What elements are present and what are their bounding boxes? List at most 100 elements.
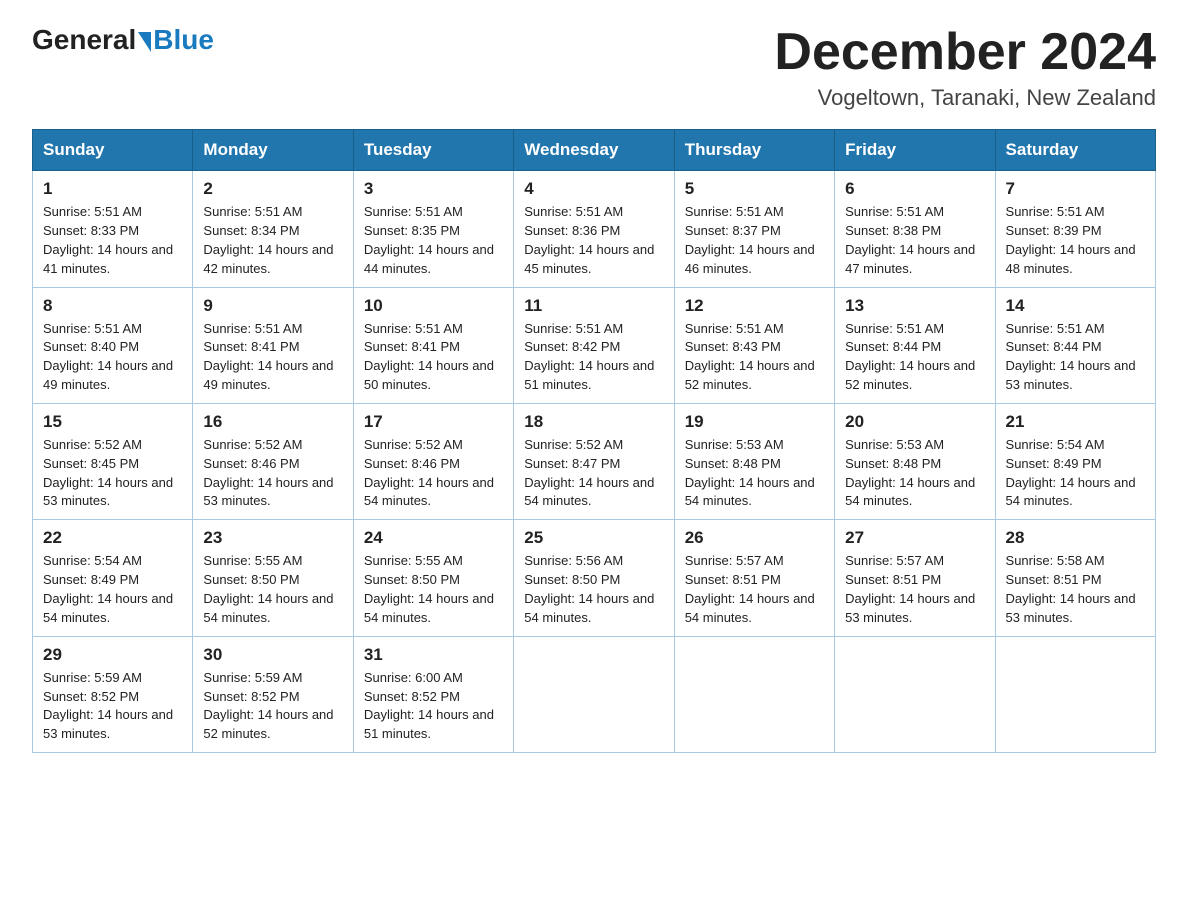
calendar-cell: 6 Sunrise: 5:51 AMSunset: 8:38 PMDayligh… [835, 171, 995, 287]
calendar-week-5: 29 Sunrise: 5:59 AMSunset: 8:52 PMDaylig… [33, 636, 1156, 752]
day-number: 11 [524, 296, 663, 316]
day-info: Sunrise: 5:51 AMSunset: 8:34 PMDaylight:… [203, 204, 333, 276]
calendar-body: 1 Sunrise: 5:51 AMSunset: 8:33 PMDayligh… [33, 171, 1156, 753]
day-info: Sunrise: 5:55 AMSunset: 8:50 PMDaylight:… [203, 553, 333, 625]
day-number: 2 [203, 179, 342, 199]
day-number: 7 [1006, 179, 1145, 199]
day-number: 9 [203, 296, 342, 316]
calendar-cell: 24 Sunrise: 5:55 AMSunset: 8:50 PMDaylig… [353, 520, 513, 636]
day-info: Sunrise: 5:51 AMSunset: 8:33 PMDaylight:… [43, 204, 173, 276]
day-info: Sunrise: 5:55 AMSunset: 8:50 PMDaylight:… [364, 553, 494, 625]
calendar-cell: 15 Sunrise: 5:52 AMSunset: 8:45 PMDaylig… [33, 403, 193, 519]
day-info: Sunrise: 5:51 AMSunset: 8:36 PMDaylight:… [524, 204, 654, 276]
day-number: 5 [685, 179, 824, 199]
day-info: Sunrise: 5:51 AMSunset: 8:42 PMDaylight:… [524, 321, 654, 393]
title-block: December 2024 Vogeltown, Taranaki, New Z… [774, 24, 1156, 111]
calendar-cell: 5 Sunrise: 5:51 AMSunset: 8:37 PMDayligh… [674, 171, 834, 287]
calendar-cell: 14 Sunrise: 5:51 AMSunset: 8:44 PMDaylig… [995, 287, 1155, 403]
calendar-cell: 11 Sunrise: 5:51 AMSunset: 8:42 PMDaylig… [514, 287, 674, 403]
calendar-cell: 16 Sunrise: 5:52 AMSunset: 8:46 PMDaylig… [193, 403, 353, 519]
calendar-subtitle: Vogeltown, Taranaki, New Zealand [774, 85, 1156, 111]
calendar-week-1: 1 Sunrise: 5:51 AMSunset: 8:33 PMDayligh… [33, 171, 1156, 287]
weekday-header-monday: Monday [193, 130, 353, 171]
day-info: Sunrise: 5:59 AMSunset: 8:52 PMDaylight:… [203, 670, 333, 742]
calendar-cell: 23 Sunrise: 5:55 AMSunset: 8:50 PMDaylig… [193, 520, 353, 636]
calendar-cell: 29 Sunrise: 5:59 AMSunset: 8:52 PMDaylig… [33, 636, 193, 752]
calendar-cell [514, 636, 674, 752]
day-info: Sunrise: 5:59 AMSunset: 8:52 PMDaylight:… [43, 670, 173, 742]
weekday-header-tuesday: Tuesday [353, 130, 513, 171]
day-number: 26 [685, 528, 824, 548]
day-number: 31 [364, 645, 503, 665]
calendar-cell: 28 Sunrise: 5:58 AMSunset: 8:51 PMDaylig… [995, 520, 1155, 636]
day-info: Sunrise: 5:51 AMSunset: 8:44 PMDaylight:… [1006, 321, 1136, 393]
weekday-header-thursday: Thursday [674, 130, 834, 171]
day-number: 23 [203, 528, 342, 548]
calendar-cell: 21 Sunrise: 5:54 AMSunset: 8:49 PMDaylig… [995, 403, 1155, 519]
calendar-cell: 27 Sunrise: 5:57 AMSunset: 8:51 PMDaylig… [835, 520, 995, 636]
calendar-table: SundayMondayTuesdayWednesdayThursdayFrid… [32, 129, 1156, 753]
day-number: 29 [43, 645, 182, 665]
day-info: Sunrise: 5:51 AMSunset: 8:38 PMDaylight:… [845, 204, 975, 276]
day-info: Sunrise: 5:51 AMSunset: 8:41 PMDaylight:… [364, 321, 494, 393]
day-number: 18 [524, 412, 663, 432]
day-info: Sunrise: 5:51 AMSunset: 8:44 PMDaylight:… [845, 321, 975, 393]
calendar-cell: 31 Sunrise: 6:00 AMSunset: 8:52 PMDaylig… [353, 636, 513, 752]
logo-arrow-icon [138, 32, 151, 52]
calendar-cell: 18 Sunrise: 5:52 AMSunset: 8:47 PMDaylig… [514, 403, 674, 519]
day-number: 1 [43, 179, 182, 199]
day-info: Sunrise: 5:54 AMSunset: 8:49 PMDaylight:… [43, 553, 173, 625]
day-number: 27 [845, 528, 984, 548]
calendar-cell [835, 636, 995, 752]
day-number: 6 [845, 179, 984, 199]
calendar-cell: 9 Sunrise: 5:51 AMSunset: 8:41 PMDayligh… [193, 287, 353, 403]
day-number: 25 [524, 528, 663, 548]
day-number: 12 [685, 296, 824, 316]
weekday-header-saturday: Saturday [995, 130, 1155, 171]
calendar-cell: 25 Sunrise: 5:56 AMSunset: 8:50 PMDaylig… [514, 520, 674, 636]
calendar-week-3: 15 Sunrise: 5:52 AMSunset: 8:45 PMDaylig… [33, 403, 1156, 519]
day-info: Sunrise: 5:52 AMSunset: 8:45 PMDaylight:… [43, 437, 173, 509]
weekday-header-sunday: Sunday [33, 130, 193, 171]
calendar-cell: 1 Sunrise: 5:51 AMSunset: 8:33 PMDayligh… [33, 171, 193, 287]
day-number: 10 [364, 296, 503, 316]
day-number: 17 [364, 412, 503, 432]
calendar-cell: 20 Sunrise: 5:53 AMSunset: 8:48 PMDaylig… [835, 403, 995, 519]
calendar-cell [674, 636, 834, 752]
day-info: Sunrise: 5:51 AMSunset: 8:39 PMDaylight:… [1006, 204, 1136, 276]
day-number: 14 [1006, 296, 1145, 316]
day-info: Sunrise: 5:51 AMSunset: 8:40 PMDaylight:… [43, 321, 173, 393]
day-info: Sunrise: 5:52 AMSunset: 8:46 PMDaylight:… [203, 437, 333, 509]
day-number: 24 [364, 528, 503, 548]
calendar-cell: 4 Sunrise: 5:51 AMSunset: 8:36 PMDayligh… [514, 171, 674, 287]
calendar-cell: 13 Sunrise: 5:51 AMSunset: 8:44 PMDaylig… [835, 287, 995, 403]
day-info: Sunrise: 5:53 AMSunset: 8:48 PMDaylight:… [685, 437, 815, 509]
day-number: 22 [43, 528, 182, 548]
calendar-cell: 30 Sunrise: 5:59 AMSunset: 8:52 PMDaylig… [193, 636, 353, 752]
day-number: 30 [203, 645, 342, 665]
calendar-title: December 2024 [774, 24, 1156, 81]
day-number: 19 [685, 412, 824, 432]
day-info: Sunrise: 5:57 AMSunset: 8:51 PMDaylight:… [845, 553, 975, 625]
day-info: Sunrise: 5:58 AMSunset: 8:51 PMDaylight:… [1006, 553, 1136, 625]
calendar-cell: 22 Sunrise: 5:54 AMSunset: 8:49 PMDaylig… [33, 520, 193, 636]
page-header: General Blue December 2024 Vogeltown, Ta… [32, 24, 1156, 111]
day-info: Sunrise: 5:51 AMSunset: 8:43 PMDaylight:… [685, 321, 815, 393]
day-number: 13 [845, 296, 984, 316]
logo-blue-text: Blue [153, 24, 214, 56]
day-info: Sunrise: 5:52 AMSunset: 8:46 PMDaylight:… [364, 437, 494, 509]
logo-general-text: General [32, 24, 136, 56]
day-number: 20 [845, 412, 984, 432]
calendar-cell: 10 Sunrise: 5:51 AMSunset: 8:41 PMDaylig… [353, 287, 513, 403]
day-info: Sunrise: 5:57 AMSunset: 8:51 PMDaylight:… [685, 553, 815, 625]
day-info: Sunrise: 5:56 AMSunset: 8:50 PMDaylight:… [524, 553, 654, 625]
calendar-cell: 8 Sunrise: 5:51 AMSunset: 8:40 PMDayligh… [33, 287, 193, 403]
day-number: 15 [43, 412, 182, 432]
day-info: Sunrise: 6:00 AMSunset: 8:52 PMDaylight:… [364, 670, 494, 742]
calendar-cell: 17 Sunrise: 5:52 AMSunset: 8:46 PMDaylig… [353, 403, 513, 519]
day-number: 3 [364, 179, 503, 199]
calendar-header: SundayMondayTuesdayWednesdayThursdayFrid… [33, 130, 1156, 171]
calendar-cell: 2 Sunrise: 5:51 AMSunset: 8:34 PMDayligh… [193, 171, 353, 287]
calendar-week-2: 8 Sunrise: 5:51 AMSunset: 8:40 PMDayligh… [33, 287, 1156, 403]
day-info: Sunrise: 5:51 AMSunset: 8:41 PMDaylight:… [203, 321, 333, 393]
